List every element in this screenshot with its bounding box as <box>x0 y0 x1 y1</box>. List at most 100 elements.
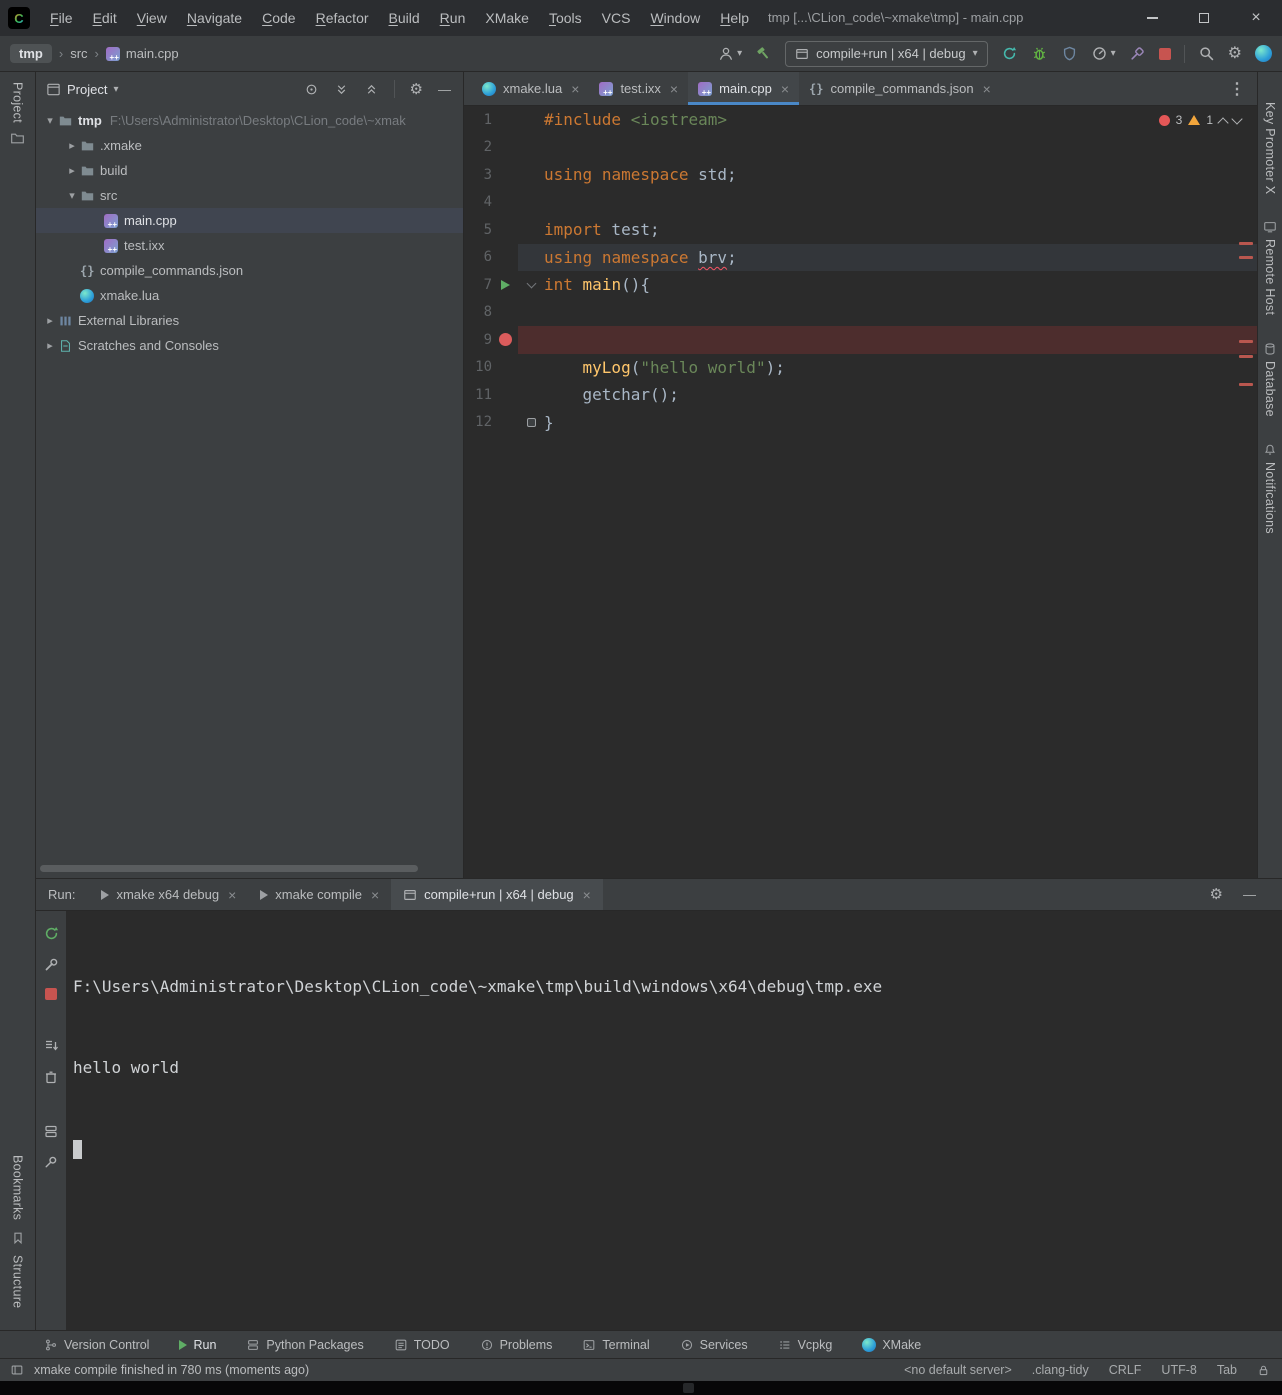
breadcrumb-folder[interactable]: src <box>70 46 87 61</box>
stop-icon[interactable] <box>45 988 57 1000</box>
lock-icon[interactable] <box>1257 1364 1270 1377</box>
encoding-widget[interactable]: UTF-8 <box>1161 1363 1196 1377</box>
more-icon[interactable]: ⋮ <box>1217 79 1257 99</box>
tab-main-cpp[interactable]: main.cpp × <box>688 72 800 105</box>
database-stripe-button[interactable]: Database <box>1263 342 1277 417</box>
menu-edit[interactable]: Edit <box>83 0 127 36</box>
code-line[interactable]: 8 <box>464 299 1257 327</box>
code-line[interactable]: 2 <box>464 134 1257 162</box>
menu-build[interactable]: Build <box>379 0 430 36</box>
close-tab-icon[interactable]: × <box>371 887 379 903</box>
line-ending-widget[interactable]: CRLF <box>1109 1363 1142 1377</box>
build-hammer-icon[interactable] <box>755 45 772 62</box>
menu-navigate[interactable]: Navigate <box>177 0 252 36</box>
menu-help[interactable]: Help <box>710 0 759 36</box>
close-tab-icon[interactable]: × <box>781 81 789 97</box>
hide-panel-icon[interactable]: — <box>1243 887 1256 902</box>
code-line[interactable]: 4 <box>464 189 1257 217</box>
maximize-button[interactable] <box>1178 0 1230 36</box>
code-editor[interactable]: 1 #include <iostream> 2 3 using namespac… <box>464 106 1257 878</box>
error-stripe-mark[interactable] <box>1239 256 1253 259</box>
close-tab-icon[interactable]: × <box>228 887 236 903</box>
fold-icon[interactable] <box>526 278 536 289</box>
tree-row-build[interactable]: ▸ build <box>36 158 463 183</box>
horizontal-scrollbar[interactable] <box>40 865 418 872</box>
chevron-right-icon[interactable]: ▸ <box>42 339 58 352</box>
search-icon[interactable] <box>1198 45 1215 62</box>
close-tab-icon[interactable]: × <box>670 81 678 97</box>
menu-tools[interactable]: Tools <box>539 0 592 36</box>
vcpkg-button[interactable]: Vcpkg <box>778 1338 832 1352</box>
hide-panel-icon[interactable]: — <box>438 82 451 97</box>
close-button[interactable]: × <box>1230 0 1282 36</box>
error-stripe-mark[interactable] <box>1239 340 1253 343</box>
tree-row-compile-commands[interactable]: {} compile_commands.json <box>36 258 463 283</box>
breadcrumb-project[interactable]: tmp <box>10 44 52 63</box>
code-line[interactable]: 12 } <box>464 409 1257 437</box>
tree-row-main-cpp[interactable]: main.cpp <box>36 208 463 233</box>
tree-row-tmp[interactable]: ▾ tmp F:\Users\Administrator\Desktop\CLi… <box>36 108 463 133</box>
attach-debugger-icon[interactable] <box>1129 45 1146 62</box>
soft-wrap-icon[interactable] <box>43 1123 59 1139</box>
scroll-down-icon[interactable] <box>43 1038 59 1054</box>
run-line-icon[interactable] <box>500 279 510 290</box>
project-panel-title[interactable]: Project <box>67 82 107 97</box>
debug-bug-icon[interactable] <box>1031 45 1048 62</box>
locate-file-icon[interactable] <box>304 82 319 97</box>
run-config-select[interactable]: compile+run | x64 | debug ▾ <box>785 40 988 67</box>
collapse-all-icon[interactable] <box>364 82 379 97</box>
xmake-button[interactable]: XMake <box>862 1337 921 1352</box>
terminal-button[interactable]: Terminal <box>582 1338 650 1352</box>
gear-icon[interactable]: ⚙ <box>410 82 423 97</box>
colored-sphere-icon[interactable] <box>1255 45 1272 62</box>
run-tab-xmake-compile[interactable]: xmake compile × <box>248 879 391 910</box>
layout-icon[interactable] <box>10 1363 24 1377</box>
stop-icon[interactable] <box>1158 47 1171 60</box>
coverage-shield-icon[interactable] <box>1061 45 1078 62</box>
settings-gear-icon[interactable]: ⚙ <box>1228 45 1242 62</box>
code-line-breakpoint[interactable]: 9 <box>464 326 1257 354</box>
chevron-down-icon[interactable]: ▾ <box>42 114 58 127</box>
breakpoint-icon[interactable] <box>498 333 512 347</box>
menu-view[interactable]: View <box>127 0 177 36</box>
fold-icon[interactable] <box>526 417 536 427</box>
key-promoter-stripe-button[interactable]: Key Promoter X <box>1263 102 1277 194</box>
menu-file[interactable]: File <box>40 0 83 36</box>
menu-run[interactable]: Run <box>430 0 476 36</box>
services-button[interactable]: Services <box>680 1338 748 1352</box>
rerun-icon[interactable] <box>43 925 60 942</box>
clear-console-icon[interactable] <box>43 1069 59 1085</box>
python-packages-button[interactable]: Python Packages <box>246 1338 364 1352</box>
tree-row-xmake-lua[interactable]: xmake.lua <box>36 283 463 308</box>
code-line[interactable]: 6 using namespace brv; <box>464 243 1257 271</box>
run-tab-compile-run[interactable]: compile+run | x64 | debug × <box>391 879 603 910</box>
tree-row-external-libraries[interactable]: ▸ External Libraries <box>36 308 463 333</box>
run-button[interactable]: Run <box>179 1338 216 1352</box>
remote-host-stripe-button[interactable]: Remote Host <box>1263 220 1277 316</box>
menu-code[interactable]: Code <box>252 0 305 36</box>
rerun-icon[interactable] <box>1001 45 1018 62</box>
tab-compile-commands[interactable]: {} compile_commands.json × <box>799 72 1001 105</box>
tab-test-ixx[interactable]: test.ixx × <box>589 72 688 105</box>
profiler-button[interactable]: ▾ <box>1091 45 1116 62</box>
console-output[interactable]: F:\Users\Administrator\Desktop\CLion_cod… <box>66 911 1282 1330</box>
breadcrumb-file[interactable]: main.cpp <box>126 46 179 61</box>
tree-row-src[interactable]: ▾ src <box>36 183 463 208</box>
code-line[interactable]: 5 import test; <box>464 216 1257 244</box>
close-tab-icon[interactable]: × <box>571 81 579 97</box>
profile-button[interactable]: ▾ <box>718 46 742 62</box>
problems-button[interactable]: Problems <box>480 1338 552 1352</box>
clang-tidy-widget[interactable]: .clang-tidy <box>1032 1363 1089 1377</box>
chevron-down-icon[interactable]: ▾ <box>64 189 80 202</box>
close-tab-icon[interactable]: × <box>983 81 991 97</box>
menu-window[interactable]: Window <box>640 0 710 36</box>
project-stripe-button[interactable]: Project <box>10 82 25 146</box>
error-stripe-mark[interactable] <box>1239 383 1253 386</box>
error-stripe-mark[interactable] <box>1239 242 1253 245</box>
structure-stripe-button[interactable]: Structure <box>11 1255 25 1308</box>
inspections-widget[interactable]: 3 1 <box>1158 113 1243 129</box>
run-tab-xmake-x64-debug[interactable]: xmake x64 debug × <box>89 879 248 910</box>
code-line[interactable]: 10 myLog("hello world"); <box>464 354 1257 382</box>
notifications-stripe-button[interactable]: Notifications <box>1263 443 1277 534</box>
tree-row-scratches[interactable]: ▸ Scratches and Consoles <box>36 333 463 358</box>
